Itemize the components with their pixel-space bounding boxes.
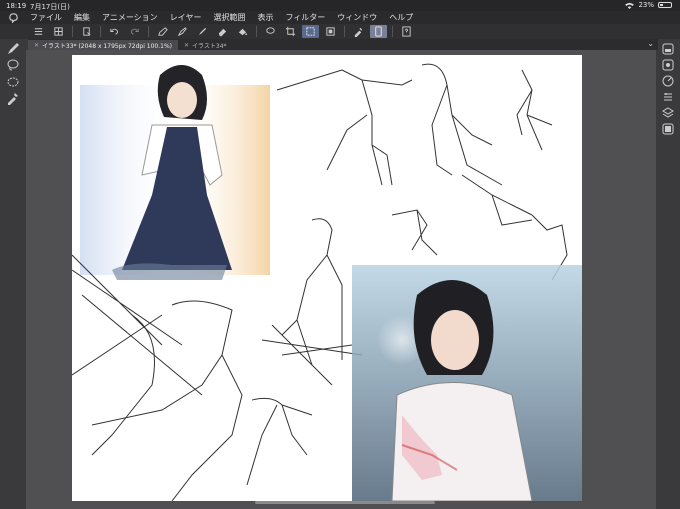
crop-icon[interactable] (282, 25, 299, 38)
selection-alt-icon[interactable] (322, 25, 339, 38)
brush-tool-icon[interactable] (6, 42, 20, 56)
command-toolbar (0, 24, 680, 39)
canvas-scrollbar[interactable] (255, 501, 435, 504)
menu-filter[interactable]: フィルター (279, 12, 331, 23)
status-time: 18:19 (6, 2, 27, 10)
menu-bar: ファイル 編集 アニメーション レイヤー 選択範囲 表示 フィルター ウィンドウ… (0, 11, 680, 24)
redo-icon[interactable] (126, 25, 143, 38)
pen-icon[interactable] (154, 25, 171, 38)
layers-grid-icon[interactable] (50, 25, 67, 38)
new-canvas-icon[interactable] (78, 25, 95, 38)
tab-document-active[interactable]: ✕ イラスト33* (2048 x 1795px 72dpi 100.1%) (28, 40, 179, 50)
material-panel-icon[interactable] (662, 123, 674, 135)
eyedropper-icon[interactable] (350, 25, 367, 38)
tab-document-2[interactable]: ✕ イラスト34* (178, 40, 233, 50)
property-panel-icon[interactable] (662, 91, 674, 103)
chevron-down-icon[interactable]: ⌄ (647, 39, 654, 48)
battery-icon (658, 2, 672, 8)
menu-file[interactable]: ファイル (24, 12, 68, 23)
menu-view[interactable]: 表示 (251, 12, 279, 23)
tab-label: イラスト33* (2048 x 1795px 72dpi 100.1%) (42, 42, 173, 50)
select-tool-icon[interactable] (6, 75, 20, 89)
toolbar-divider (100, 26, 101, 37)
toolbar-divider (256, 26, 257, 37)
pen-alt-icon[interactable] (174, 25, 191, 38)
left-tool-palette (0, 39, 26, 509)
close-tab-icon[interactable]: ✕ (34, 42, 39, 49)
menu-window[interactable]: ウィンドウ (331, 12, 383, 23)
lasso-tool-icon[interactable] (6, 58, 20, 72)
menu-layer[interactable]: レイヤー (164, 12, 208, 23)
marker-icon[interactable] (194, 25, 211, 38)
eyedropper-tool-icon[interactable] (6, 91, 20, 105)
undo-icon[interactable] (106, 25, 123, 38)
status-right: 23% (625, 1, 672, 9)
fill-icon[interactable] (234, 25, 251, 38)
toolbar-divider (344, 26, 345, 37)
toolbar-divider (148, 26, 149, 37)
menu-animation[interactable]: アニメーション (96, 12, 164, 23)
sub-tool-panel-icon[interactable] (662, 75, 674, 87)
status-bar: 18:19 7月17日(日) 23% (0, 0, 680, 11)
stack-panel-icon[interactable] (662, 107, 674, 119)
wifi-icon (625, 2, 635, 9)
toolbar-divider (392, 26, 393, 37)
menu-selection[interactable]: 選択範囲 (207, 12, 251, 23)
menu-help[interactable]: ヘルプ (383, 12, 419, 23)
help-icon[interactable] (398, 25, 415, 38)
eraser-icon[interactable] (214, 25, 231, 38)
selection-box-icon[interactable] (302, 25, 319, 38)
document-tabs: ✕ イラスト33* (2048 x 1795px 72dpi 100.1%) ✕… (28, 39, 658, 50)
sketch-artwork (72, 63, 582, 501)
app-logo-icon[interactable] (6, 11, 20, 24)
device-icon[interactable] (370, 25, 387, 38)
menu-icon[interactable] (30, 25, 47, 38)
right-palette-bar (656, 39, 680, 509)
battery-percent: 23% (638, 1, 654, 9)
lasso-icon[interactable] (262, 25, 279, 38)
drawing-canvas[interactable] (72, 55, 582, 501)
menu-edit[interactable]: 編集 (68, 12, 96, 23)
toolbar-divider (72, 26, 73, 37)
close-tab-icon[interactable]: ✕ (184, 42, 189, 49)
color-panel-icon[interactable] (662, 59, 674, 71)
tab-label: イラスト34* (192, 42, 227, 50)
layer-panel-icon[interactable] (662, 43, 674, 55)
